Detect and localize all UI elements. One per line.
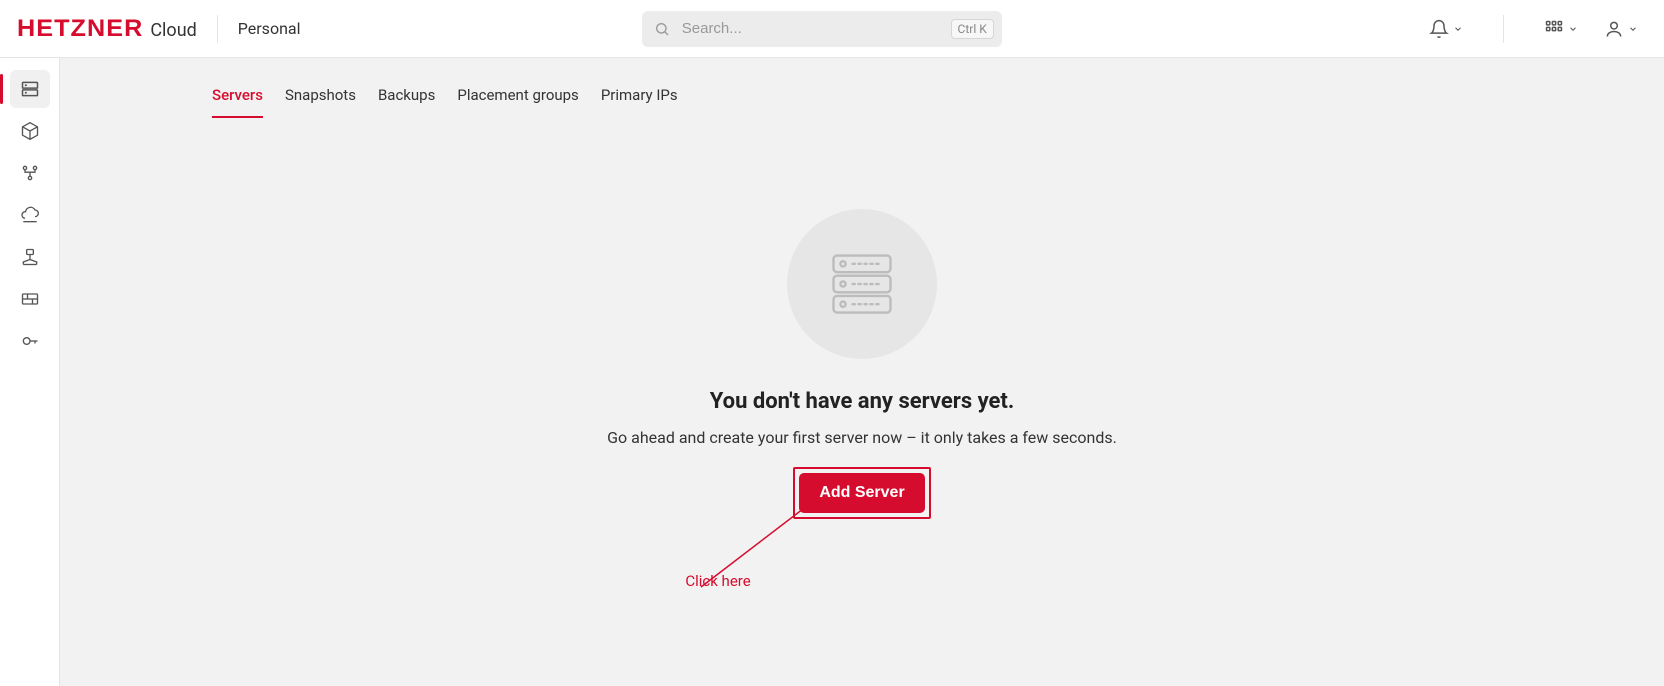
add-server-button[interactable]: Add Server	[799, 473, 924, 513]
chevron-down-icon	[1568, 24, 1578, 34]
search-icon	[654, 21, 670, 37]
tab-snapshots[interactable]: Snapshots	[285, 80, 356, 118]
server-icon	[20, 79, 40, 99]
project-selector[interactable]: Personal	[238, 19, 301, 38]
account-button[interactable]	[1598, 13, 1644, 45]
sidebar-item-security[interactable]	[10, 322, 50, 360]
search-input[interactable]	[642, 11, 1002, 47]
tabs: Servers Snapshots Backups Placement grou…	[212, 80, 1512, 119]
sidebar-item-floating-ips[interactable]	[10, 196, 50, 234]
topbar-right	[1423, 13, 1644, 45]
main-region: Servers Snapshots Backups Placement grou…	[60, 58, 1664, 686]
brand-logo: HETZNER	[17, 15, 143, 43]
user-icon	[1604, 19, 1624, 39]
brand-suffix: Cloud	[150, 20, 196, 41]
sidebar	[0, 58, 60, 686]
empty-illustration	[787, 209, 937, 359]
sidebar-item-volumes[interactable]	[10, 112, 50, 150]
cloud-icon	[20, 205, 40, 225]
servers-stack-icon	[824, 246, 900, 322]
annotation-label: Click here	[685, 572, 750, 590]
network-icon	[20, 247, 40, 267]
key-icon	[20, 331, 40, 351]
annotation-highlight: Add Server	[793, 467, 930, 519]
cube-icon	[20, 121, 40, 141]
sidebar-item-firewalls[interactable]	[10, 280, 50, 318]
sidebar-item-load-balancers[interactable]	[10, 154, 50, 192]
tab-placement-groups[interactable]: Placement groups	[457, 80, 578, 118]
separator	[217, 15, 218, 43]
tab-backups[interactable]: Backups	[378, 80, 435, 118]
chevron-down-icon	[1453, 24, 1463, 34]
empty-subtitle: Go ahead and create your first server no…	[607, 428, 1117, 447]
chevron-down-icon	[1628, 24, 1638, 34]
load-balancer-icon	[20, 163, 40, 183]
separator	[1503, 15, 1504, 43]
apps-grid-icon	[1544, 19, 1564, 39]
firewall-icon	[20, 289, 40, 309]
tab-primary-ips[interactable]: Primary IPs	[601, 80, 678, 118]
sidebar-item-servers[interactable]	[10, 70, 50, 108]
topbar: HETZNER Cloud Personal Ctrl K	[0, 0, 1664, 58]
brand[interactable]: HETZNER Cloud	[20, 15, 197, 43]
sidebar-item-networks[interactable]	[10, 238, 50, 276]
apps-button[interactable]	[1538, 13, 1584, 45]
search-shortcut-badge: Ctrl K	[951, 19, 994, 39]
empty-state: You don't have any servers yet. Go ahead…	[212, 209, 1512, 519]
search-wrap: Ctrl K	[642, 11, 1002, 47]
empty-title: You don't have any servers yet.	[710, 389, 1015, 414]
tab-servers[interactable]: Servers	[212, 80, 263, 118]
bell-icon	[1429, 19, 1449, 39]
notifications-button[interactable]	[1423, 13, 1469, 45]
